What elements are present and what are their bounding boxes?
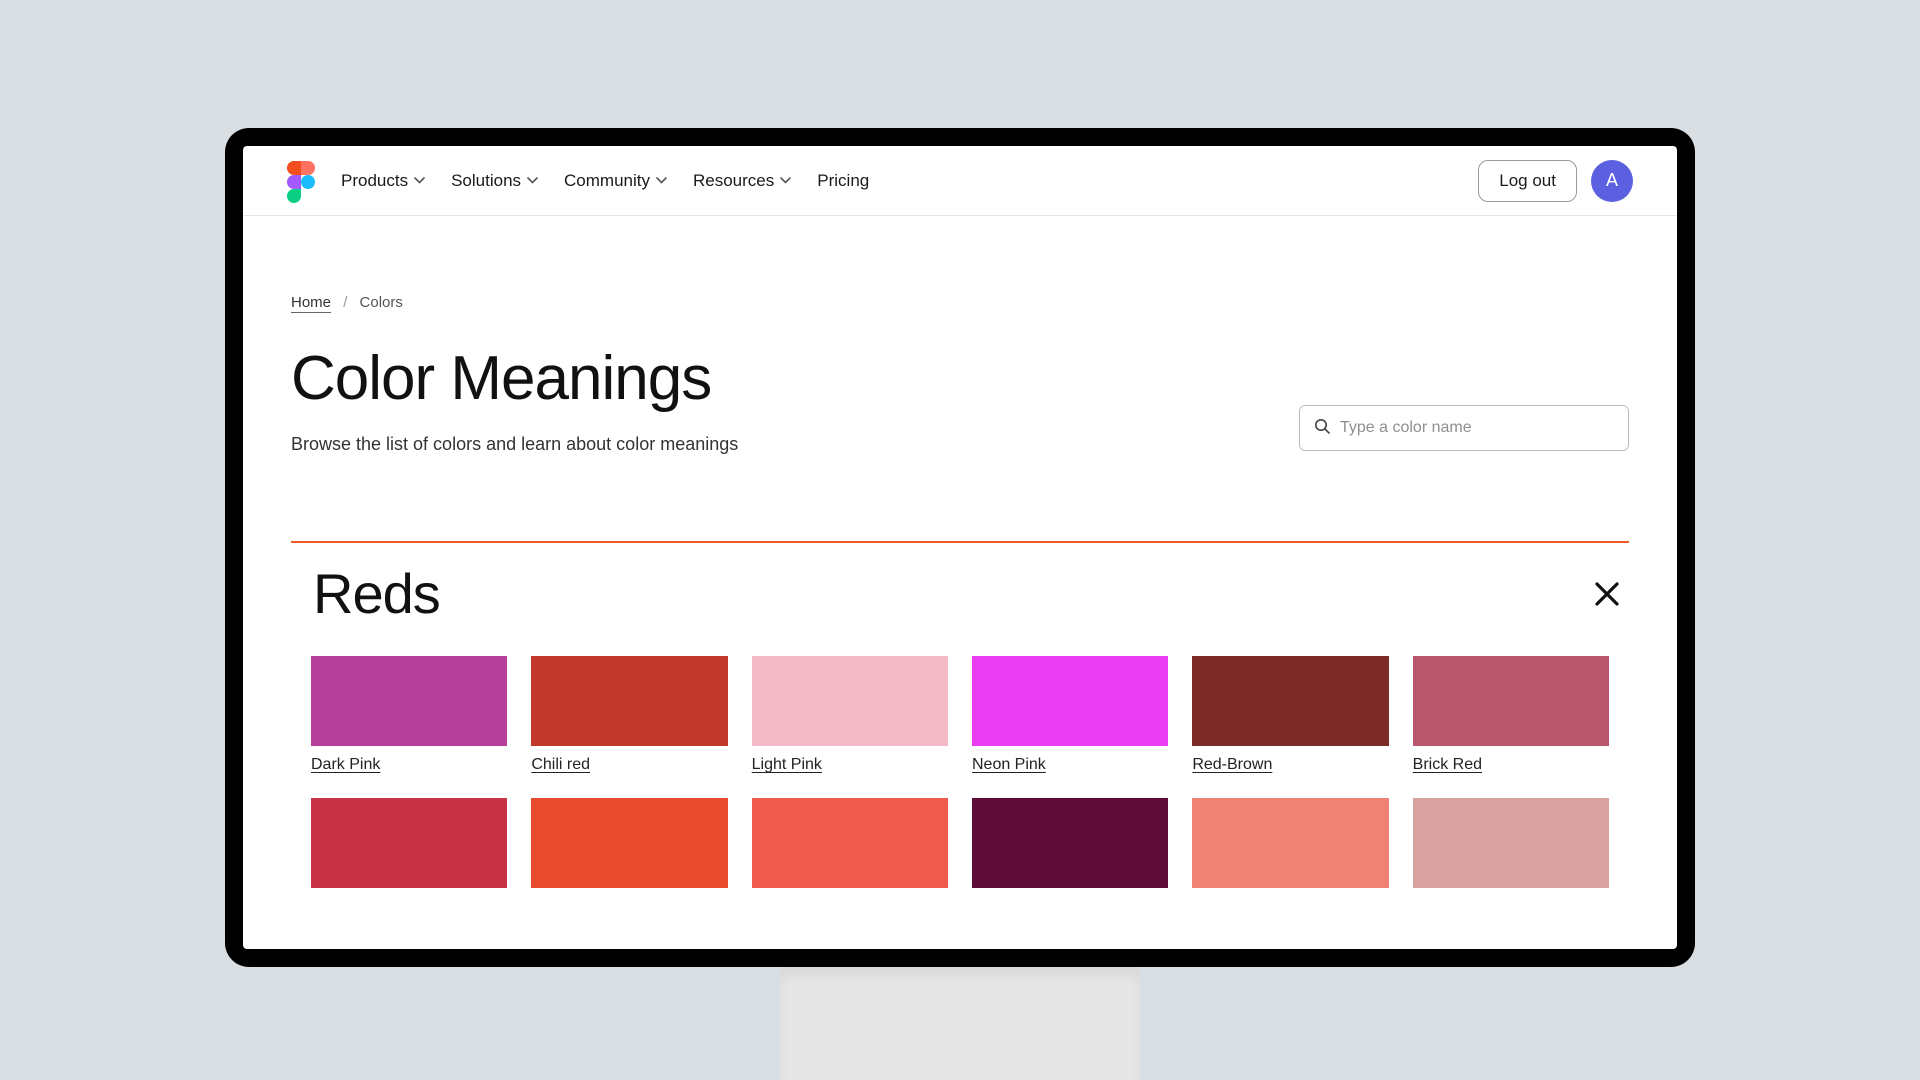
swatch-item[interactable]: [1413, 798, 1609, 888]
color-chip: [972, 656, 1168, 746]
swatch-red-brown[interactable]: Red-Brown: [1192, 656, 1388, 774]
swatch-item[interactable]: [752, 798, 948, 888]
page-title: Color Meanings: [291, 343, 738, 414]
nav-item-community[interactable]: Community: [564, 171, 667, 191]
swatch-item[interactable]: [972, 798, 1168, 888]
logout-button[interactable]: Log out: [1478, 160, 1577, 202]
color-chip: [311, 798, 507, 888]
swatch-grid: Dark Pink Chili red Light Pink Neon Pink…: [291, 656, 1629, 888]
swatch-item[interactable]: [531, 798, 727, 888]
chevron-down-icon: [527, 177, 538, 184]
color-chip: [972, 798, 1168, 888]
color-chip: [1413, 798, 1609, 888]
nav-item-solutions[interactable]: Solutions: [451, 171, 538, 191]
nav-item-pricing[interactable]: Pricing: [817, 171, 869, 191]
section-title: Reds: [293, 561, 440, 626]
swatch-label: Neon Pink: [972, 756, 1168, 774]
color-chip: [531, 656, 727, 746]
title-block: Color Meanings Browse the list of colors…: [291, 343, 738, 455]
nav-item-products[interactable]: Products: [341, 171, 425, 191]
breadcrumb: Home / Colors: [291, 294, 1629, 311]
swatch-label: Red-Brown: [1192, 756, 1388, 774]
swatch-label: Chili red: [531, 756, 727, 774]
swatch-item[interactable]: [1192, 798, 1388, 888]
chevron-down-icon: [780, 177, 791, 184]
color-chip: [1413, 656, 1609, 746]
nav-item-resources[interactable]: Resources: [693, 171, 791, 191]
swatch-label: Brick Red: [1413, 756, 1609, 774]
nav-right: Log out A: [1478, 160, 1633, 202]
top-nav: Products Solutions Community Resources P…: [243, 146, 1677, 216]
page-subtitle: Browse the list of colors and learn abou…: [291, 434, 738, 455]
color-chip: [531, 798, 727, 888]
search-input[interactable]: [1340, 419, 1614, 437]
header-row: Color Meanings Browse the list of colors…: [291, 343, 1629, 455]
device-frame: Products Solutions Community Resources P…: [225, 128, 1695, 967]
breadcrumb-separator: /: [343, 294, 347, 311]
search-icon: [1314, 418, 1330, 439]
swatch-label: Dark Pink: [311, 756, 507, 774]
color-chip: [311, 656, 507, 746]
section-header: Reds: [291, 561, 1629, 626]
nav-item-label: Solutions: [451, 171, 521, 191]
content: Home / Colors Color Meanings Browse the …: [243, 216, 1677, 949]
screen: Products Solutions Community Resources P…: [243, 146, 1677, 949]
avatar[interactable]: A: [1591, 160, 1633, 202]
nav-links: Products Solutions Community Resources P…: [341, 171, 869, 191]
swatch-dark-pink[interactable]: Dark Pink: [311, 656, 507, 774]
figma-logo[interactable]: [287, 161, 315, 201]
breadcrumb-current: Colors: [360, 294, 403, 311]
nav-item-label: Community: [564, 171, 650, 191]
swatch-light-pink[interactable]: Light Pink: [752, 656, 948, 774]
swatch-label: Light Pink: [752, 756, 948, 774]
swatch-chili-red[interactable]: Chili red: [531, 656, 727, 774]
nav-item-label: Resources: [693, 171, 774, 191]
color-chip: [1192, 656, 1388, 746]
close-icon[interactable]: [1587, 574, 1627, 614]
nav-item-label: Products: [341, 171, 408, 191]
swatch-brick-red[interactable]: Brick Red: [1413, 656, 1609, 774]
chevron-down-icon: [656, 177, 667, 184]
color-chip: [1192, 798, 1388, 888]
search-field[interactable]: [1299, 405, 1629, 451]
breadcrumb-home[interactable]: Home: [291, 294, 331, 313]
chevron-down-icon: [414, 177, 425, 184]
color-chip: [752, 656, 948, 746]
swatch-neon-pink[interactable]: Neon Pink: [972, 656, 1168, 774]
monitor-stand: [780, 967, 1140, 1080]
section-divider: [291, 541, 1629, 543]
color-chip: [752, 798, 948, 888]
swatch-item[interactable]: [311, 798, 507, 888]
nav-item-label: Pricing: [817, 171, 869, 191]
